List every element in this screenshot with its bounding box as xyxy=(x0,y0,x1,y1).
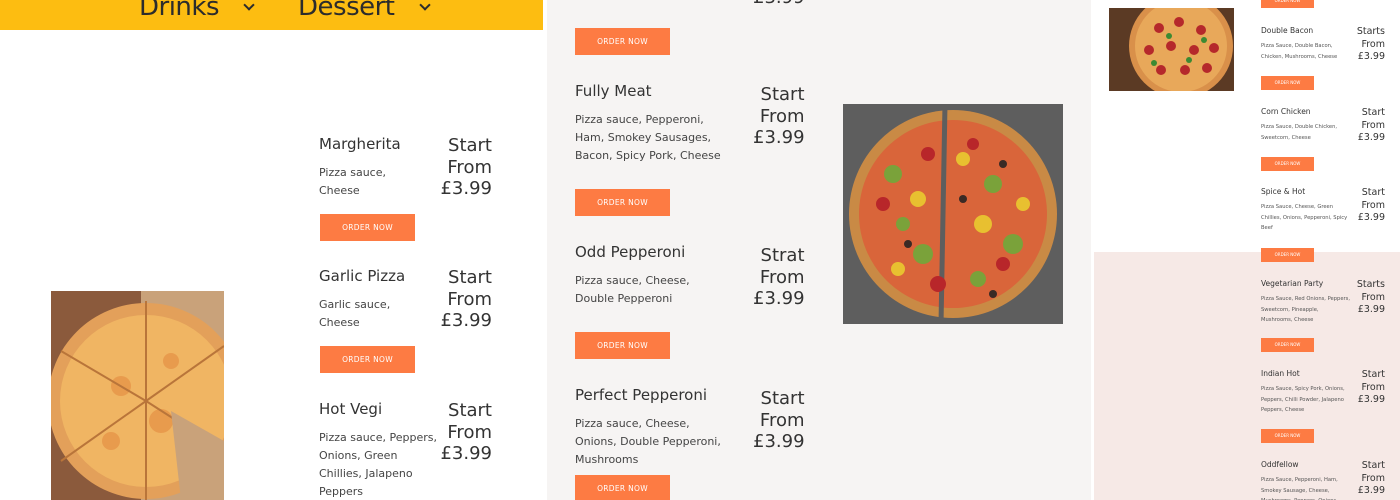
item-name: Spice & Hot xyxy=(1261,187,1306,196)
nav-drinks-label: Drinks xyxy=(139,0,220,22)
item-name: Oddfellow xyxy=(1261,460,1299,469)
right-menu-panel: ORDER NOW Double Bacon Pizza Sauce, Doub… xyxy=(1094,0,1400,500)
item-name: Garlic Pizza xyxy=(319,267,406,285)
order-now-button[interactable]: ORDER NOW xyxy=(575,332,670,359)
chevron-down-icon xyxy=(243,0,255,11)
item-price: Strat From £3.99 xyxy=(753,245,805,309)
order-now-button[interactable]: ORDER NOW xyxy=(320,346,415,373)
item-price: Start From £3.99 xyxy=(440,267,492,331)
order-now-button[interactable]: ORDER NOW xyxy=(1261,429,1314,443)
nav-item-drinks[interactable]: Drinks xyxy=(139,0,255,22)
cheese-pizza-image xyxy=(51,291,224,500)
item-description: Pizza Sauce, Spicy Pork, Onions, Peppers… xyxy=(1261,386,1345,413)
item-description: Pizza sauce, Cheese, Onions, Double Pepp… xyxy=(575,417,721,466)
pepperoni-pizza-image xyxy=(1109,8,1234,91)
item-name: Fully Meat xyxy=(575,82,652,100)
item-description: Pizza sauce, Pepperoni, Ham, Smokey Saus… xyxy=(575,113,721,162)
item-price: Start From £3.99 xyxy=(1357,107,1385,143)
chevron-down-icon xyxy=(418,0,431,11)
item-description: Pizza Sauce, Double Chicken, Sweetcorn, … xyxy=(1261,124,1338,141)
vegetable-pizza-image xyxy=(843,104,1063,324)
item-name: Hot Vegi xyxy=(319,400,383,418)
category-nav-bar: Drinks Dessert xyxy=(0,0,543,30)
item-name: Corn Chicken xyxy=(1261,107,1311,116)
item-price-partial: £3.99 xyxy=(753,0,805,9)
item-price: Start From £3.99 xyxy=(1357,369,1385,405)
order-now-button[interactable]: ORDER NOW xyxy=(1261,0,1314,8)
item-description: Garlic sauce, Cheese xyxy=(319,298,391,329)
item-description: Pizza sauce, Cheese xyxy=(319,166,386,197)
item-description: Pizza Sauce, Double Bacon, Chicken, Mush… xyxy=(1261,43,1338,60)
item-name: Odd Pepperoni xyxy=(575,243,686,261)
item-description: Pizza Sauce, Pepperoni, Ham, Smokey Saus… xyxy=(1261,477,1338,500)
item-price: Start From £3.99 xyxy=(440,135,492,199)
order-now-button[interactable]: ORDER NOW xyxy=(1261,338,1314,352)
item-name: Vegetarian Party xyxy=(1261,279,1324,288)
item-name: Margherita xyxy=(319,135,401,153)
item-price: Start From £3.99 xyxy=(440,400,492,464)
middle-menu-panel: £3.99 ORDER NOW Fully Meat Pizza sauce, … xyxy=(547,0,1091,500)
item-description: Pizza Sauce, Cheese, Green Chillies, Oni… xyxy=(1261,204,1348,231)
order-now-button[interactable]: ORDER NOW xyxy=(1261,248,1314,262)
order-now-button[interactable]: ORDER NOW xyxy=(575,28,670,55)
item-price: Start From £3.99 xyxy=(753,84,805,148)
item-name: Perfect Pepperoni xyxy=(575,386,708,404)
order-now-button[interactable]: ORDER NOW xyxy=(575,475,670,500)
item-description: Pizza sauce, Peppers, Onions, Green Chil… xyxy=(319,431,437,498)
left-menu-panel: Drinks Dessert Margherita Pizza sauce, C… xyxy=(0,0,543,500)
item-description: Pizza Sauce, Red Onions, Peppers, Sweetc… xyxy=(1261,296,1351,323)
order-now-button[interactable]: ORDER NOW xyxy=(575,189,670,216)
item-price: Start From £3.99 xyxy=(1357,187,1385,223)
order-now-button[interactable]: ORDER NOW xyxy=(1261,157,1314,171)
nav-dessert-label: Dessert xyxy=(298,0,395,22)
item-price: Start From £3.99 xyxy=(753,388,805,452)
nav-item-dessert[interactable]: Dessert xyxy=(298,0,431,22)
order-now-button[interactable]: ORDER NOW xyxy=(320,214,415,241)
item-description: Pizza sauce, Cheese, Double Pepperoni xyxy=(575,274,690,305)
item-price: Starts From £3.99 xyxy=(1356,26,1385,62)
item-name: Indian Hot xyxy=(1261,369,1300,378)
item-price: Starts From £3.99 xyxy=(1356,279,1385,315)
item-price: Start From £3.99 xyxy=(1357,460,1385,496)
item-name: Double Bacon xyxy=(1261,26,1314,35)
order-now-button[interactable]: ORDER NOW xyxy=(1261,76,1314,90)
